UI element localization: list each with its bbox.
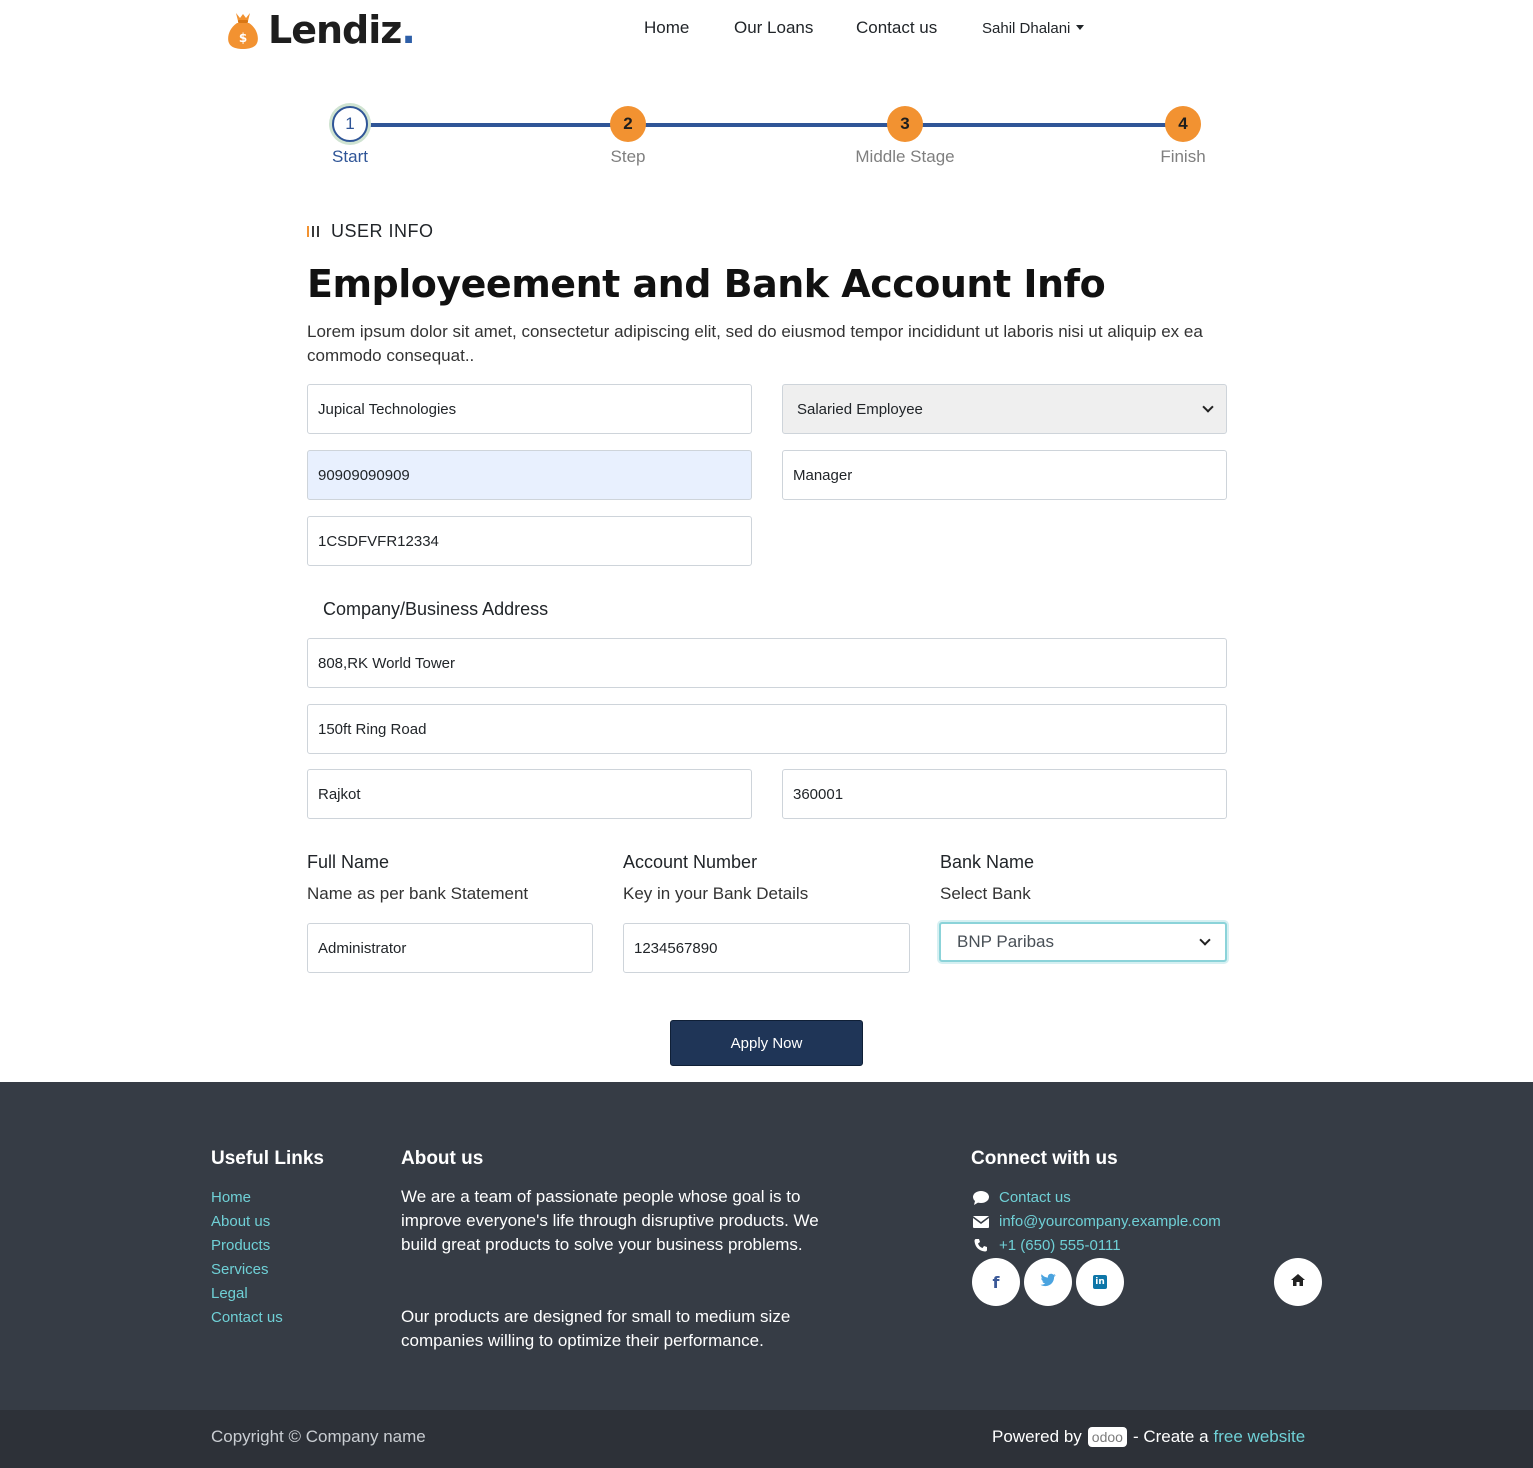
powered-by-label: Powered by (992, 1427, 1082, 1446)
designation-input[interactable]: Manager (782, 450, 1227, 500)
chevron-down-icon (1199, 934, 1211, 946)
caret-down-icon (1076, 24, 1085, 30)
facebook-icon: f (992, 1272, 1000, 1292)
pan-input[interactable]: 1CSDFVFR12334 (307, 516, 752, 566)
copyright-text: Copyright © Company name (211, 1427, 426, 1446)
step-4-circle: 4 (1165, 106, 1201, 142)
address-line1-input[interactable]: 808,RK World Tower (307, 638, 1227, 688)
step-3-label: Middle Stage (855, 147, 955, 166)
bank-name-select[interactable]: BNP Paribas (939, 922, 1227, 962)
full-name-input[interactable]: Administrator (307, 923, 593, 973)
account-number-title: Account Number (623, 852, 758, 872)
powered-by: Powered by odoo - Create a free website (992, 1427, 1305, 1447)
twitter-icon (1040, 1273, 1056, 1292)
full-name-title: Full Name (307, 852, 390, 872)
account-number-input[interactable]: 1234567890 (623, 923, 910, 973)
footer-link-about[interactable]: About us (211, 1213, 270, 1230)
envelope-icon (972, 1215, 991, 1229)
stepper-track (350, 123, 1183, 127)
create-a-label: - Create a (1132, 1427, 1209, 1446)
company-name-input[interactable]: Jupical Technologies (307, 384, 752, 434)
home-icon (1291, 1273, 1305, 1291)
footer-link-legal[interactable]: Legal (211, 1285, 248, 1302)
footer-link-home[interactable]: Home (211, 1189, 251, 1206)
brand-name: Lendiz. (268, 8, 416, 52)
linkedin-icon: in (1093, 1275, 1107, 1289)
footer-link-contact[interactable]: Contact us (211, 1309, 283, 1326)
brand-logo[interactable]: $ Lendiz. (226, 8, 416, 52)
apply-now-button[interactable]: Apply Now (670, 1020, 863, 1066)
phone-input[interactable]: 90909090909 (307, 450, 752, 500)
money-bag-icon: $ (226, 9, 260, 51)
address-line2-input[interactable]: 150ft Ring Road (307, 704, 1227, 754)
chevron-down-icon (1202, 401, 1214, 413)
navbar: $ Lendiz. Home Our Loans Contact us Sahi… (0, 0, 1533, 60)
city-input[interactable]: Rajkot (307, 769, 752, 819)
user-menu-dropdown[interactable]: Sahil Dhalani (982, 20, 1085, 37)
about-us-paragraph-1: We are a team of passionate people whose… (401, 1187, 819, 1254)
connect-title: Connect with us (971, 1148, 1118, 1169)
footer-link-products[interactable]: Products (211, 1237, 270, 1254)
home-button[interactable] (1274, 1258, 1322, 1306)
step-2-circle: 2 (610, 106, 646, 142)
step-1-circle: 1 (332, 106, 368, 142)
step-4-label: Finish (1160, 147, 1206, 166)
about-us-paragraph-2: Our products are designed for small to m… (401, 1307, 791, 1350)
bank-name-subtitle: Select Bank (940, 884, 1031, 903)
about-us-title: About us (401, 1148, 484, 1169)
connect-phone-link[interactable]: +1 (650) 555-0111 (999, 1237, 1121, 1254)
useful-links-title: Useful Links (211, 1148, 324, 1169)
step-2-label: Step (610, 147, 646, 166)
step-3-circle: 3 (887, 106, 923, 142)
bank-name-title: Bank Name (940, 852, 1035, 872)
free-website-link[interactable]: free website (1214, 1427, 1306, 1447)
connect-contact-link[interactable]: Contact us (999, 1189, 1071, 1206)
account-number-subtitle: Key in your Bank Details (623, 884, 809, 903)
step-1-label: Start (332, 147, 368, 166)
nav-our-loans[interactable]: Our Loans (734, 18, 813, 38)
zip-input[interactable]: 360001 (782, 769, 1227, 819)
full-name-subtitle: Name as per bank Statement (307, 884, 529, 903)
footer-link-services[interactable]: Services (211, 1261, 269, 1278)
nav-home[interactable]: Home (644, 18, 689, 38)
section-tag-label: USER INFO (331, 221, 434, 241)
page-description: Lorem ipsum dolor sit amet, consectetur … (307, 322, 1203, 365)
employment-type-select[interactable]: Salaried Employee (782, 384, 1227, 434)
nav-contact-us[interactable]: Contact us (856, 18, 937, 38)
odoo-logo[interactable]: odoo (1087, 1427, 1127, 1447)
section-tag: USER INFO (307, 221, 434, 242)
chat-icon (972, 1190, 990, 1205)
user-name: Sahil Dhalani (982, 20, 1071, 37)
linkedin-button[interactable]: in (1076, 1258, 1124, 1306)
connect-email-link[interactable]: info@yourcompany.example.com (999, 1213, 1221, 1230)
bars-icon (307, 226, 319, 237)
twitter-button[interactable] (1024, 1258, 1072, 1306)
phone-icon (974, 1238, 992, 1252)
facebook-button[interactable]: f (972, 1258, 1020, 1306)
svg-text:$: $ (239, 31, 247, 45)
page-title: Employeement and Bank Account Info (307, 262, 1106, 306)
address-heading: Company/Business Address (323, 599, 549, 619)
